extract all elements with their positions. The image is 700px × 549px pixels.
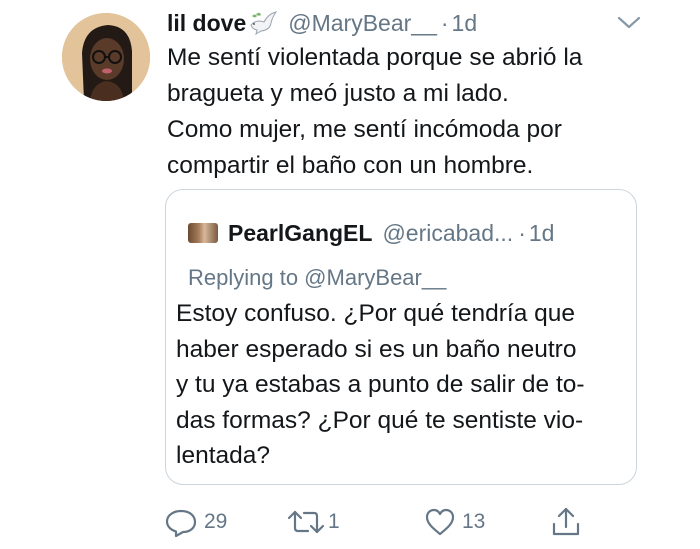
tweet-text-line: bragueta y meó justo a mi lado. [167, 80, 509, 107]
quoted-text-line: Estoy confuso. ¿Por qué tendría que [176, 300, 576, 327]
quoted-avatar [188, 223, 218, 243]
quoted-tweet-text: Estoy confuso. ¿Por qué tendría que habe… [176, 296, 636, 474]
quoted-timestamp: 1d [528, 219, 555, 246]
quoted-text-line: haber esperado si es un baño neutro [176, 335, 577, 363]
tweet-text-line: Como mujer, me sentí incómoda por [167, 116, 562, 143]
separator-dot: · [518, 219, 526, 246]
tweet-text: Me sentí violentada porque se abrió la b… [167, 40, 667, 184]
quoted-tweet-header: PearlGangEL @ericabad... · 1d [188, 216, 554, 250]
reply-icon [164, 506, 198, 538]
quoted-display-name: PearlGangEL [228, 219, 373, 246]
quoted-text-line: lentada? [176, 442, 271, 469]
avatar[interactable] [62, 13, 150, 101]
quoted-text-line: y tu ya estabas a punto de salir de to- [176, 371, 585, 398]
timestamp[interactable]: 1d [452, 10, 478, 37]
reply-context: Replying to @MaryBear__ [188, 265, 447, 290]
share-icon [550, 506, 582, 538]
action-bar: 29 1 13 [160, 505, 600, 539]
tweet[interactable]: lil dove @MaryBear__ · 1d Me sentí viole… [0, 0, 700, 549]
display-name[interactable]: lil dove [167, 10, 246, 37]
share-button[interactable] [550, 505, 582, 539]
dove-icon [248, 10, 278, 36]
like-button[interactable]: 13 [424, 505, 485, 539]
tweet-header: lil dove @MaryBear__ · 1d [167, 6, 477, 40]
reply-count: 29 [204, 510, 228, 533]
chevron-down-icon[interactable] [616, 12, 642, 32]
tweet-text-line: Me sentí violentada porque se abrió la [167, 44, 583, 71]
handle[interactable]: @MaryBear__ [288, 10, 437, 37]
quoted-tweet[interactable]: PearlGangEL @ericabad... · 1d Replying t… [165, 189, 637, 485]
retweet-count: 1 [328, 510, 340, 533]
retweet-button[interactable]: 1 [286, 505, 340, 539]
retweet-icon [286, 506, 326, 538]
quoted-handle: @ericabad... [382, 219, 514, 246]
heart-icon [424, 506, 456, 538]
quoted-text-line: das formas? ¿Por qué te sentiste vio- [176, 406, 584, 434]
separator-dot: · [440, 9, 449, 36]
tweet-text-line: compartir el baño con un hombre. [167, 152, 534, 179]
like-count: 13 [462, 510, 486, 533]
reply-button[interactable]: 29 [164, 505, 227, 539]
